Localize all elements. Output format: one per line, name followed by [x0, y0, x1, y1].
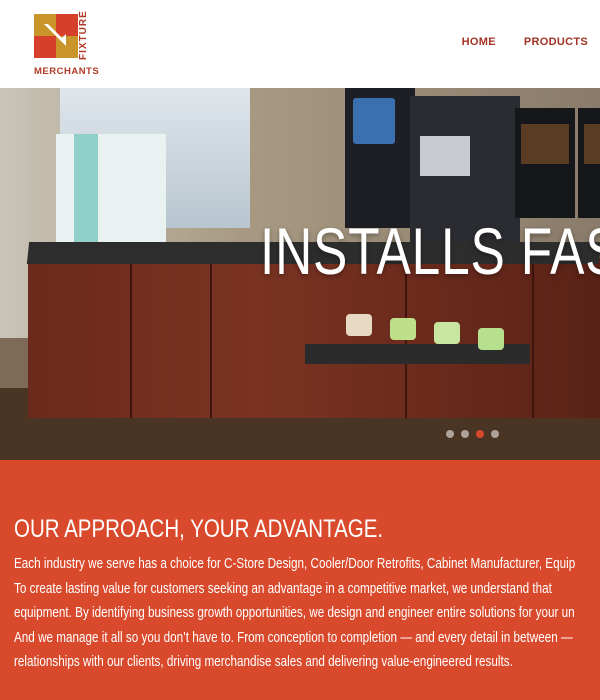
slider-dot[interactable]: [491, 430, 499, 438]
approach-title: OUR APPROACH, YOUR ADVANTAGE.: [14, 515, 384, 543]
cup: [346, 314, 372, 336]
coffee-grinder: [578, 108, 600, 218]
approach-line: relationships with our clients, driving …: [14, 653, 513, 671]
site-header: FIXTURE MERCHANTS HOME PRODUCTS: [0, 0, 600, 89]
logo-arrow-icon: [44, 24, 66, 46]
sunglasses-display-rack: [56, 134, 166, 244]
cup: [390, 318, 416, 340]
hero-headline: INSTALLS FAST: [260, 214, 600, 288]
coffee-grinder: [515, 108, 575, 218]
cup: [478, 328, 504, 350]
approach-line: To create lasting value for customers se…: [14, 579, 552, 597]
cup: [434, 322, 460, 344]
slider-dot-active[interactable]: [476, 430, 484, 438]
approach-line: And we manage it all so you don’t have t…: [14, 628, 573, 646]
slider-dot[interactable]: [461, 430, 469, 438]
fixture-merchants-logo[interactable]: FIXTURE MERCHANTS: [34, 10, 100, 77]
logo-merchants-text: MERCHANTS: [34, 66, 100, 77]
nav-products-link[interactable]: PRODUCTS: [524, 36, 588, 48]
slider-pagination: [446, 430, 499, 438]
approach-paragraph: Each industry we serve has a choice for …: [14, 552, 600, 675]
nav-home-link[interactable]: HOME: [462, 36, 496, 48]
cabinet-divider: [210, 258, 212, 418]
slider-dot[interactable]: [446, 430, 454, 438]
hero-slider: INSTALLS FAST: [0, 88, 600, 460]
approach-section: OUR APPROACH, YOUR ADVANTAGE. Each indus…: [0, 460, 600, 700]
approach-line: equipment. By identifying business growt…: [14, 604, 575, 622]
main-nav: HOME PRODUCTS: [462, 36, 588, 48]
approach-line: Each industry we serve has a choice for …: [14, 555, 576, 572]
cabinet-divider: [130, 258, 132, 418]
logo-fixture-text: FIXTURE: [78, 10, 89, 60]
creamer-dispenser: [345, 88, 415, 228]
